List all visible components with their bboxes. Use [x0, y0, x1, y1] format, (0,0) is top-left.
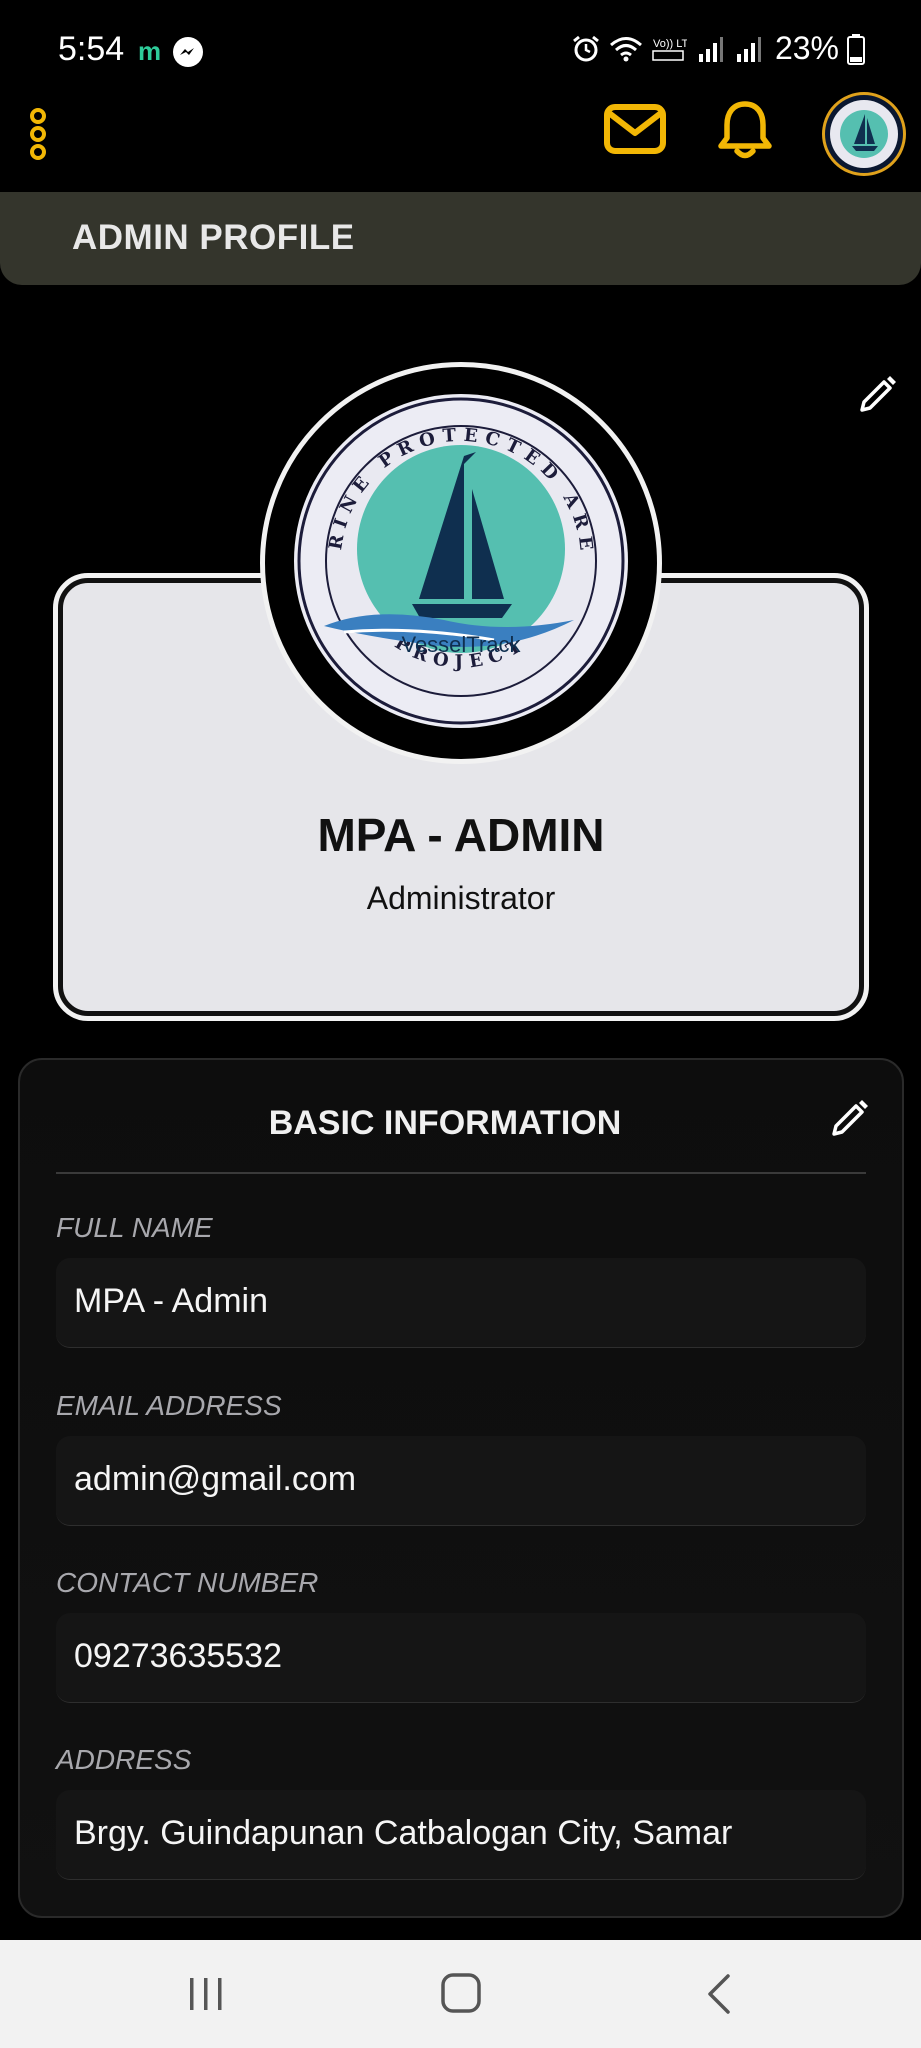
- full-name-label: FULL NAME: [56, 1212, 213, 1243]
- address-label: ADDRESS: [56, 1744, 192, 1775]
- edit-profile-icon[interactable]: [856, 372, 900, 416]
- home-icon[interactable]: [440, 1972, 482, 2014]
- wifi-icon: [609, 36, 642, 61]
- profile-name: MPA - ADMIN: [317, 809, 605, 861]
- address-value: Brgy. Guindapunan Catbalogan City, Samar: [74, 1814, 733, 1852]
- email-field[interactable]: admin@gmail.com: [56, 1436, 866, 1526]
- profile-role: Administrator: [366, 880, 556, 916]
- app-bar: [0, 92, 921, 192]
- email-label: EMAIL ADDRESS: [56, 1390, 282, 1421]
- status-app-indicator: m: [138, 36, 162, 66]
- vessel-track-logo-icon: MARINE PROTECTED AREAS PROJECT VesselTra…: [294, 394, 625, 725]
- messenger-icon: [173, 37, 203, 67]
- address-field[interactable]: Brgy. Guindapunan Catbalogan City, Samar: [56, 1790, 866, 1880]
- signal-icon-1: [698, 36, 723, 62]
- full-name-value: MPA - Admin: [74, 1282, 268, 1320]
- full-name-field[interactable]: MPA - Admin: [56, 1258, 866, 1348]
- page-title: ADMIN PROFILE: [72, 218, 355, 257]
- logo-brand-text: VesselTrack: [401, 632, 521, 657]
- status-time: 5:54: [58, 30, 125, 68]
- avatar-logo-icon: [830, 100, 898, 168]
- menu-dots-icon[interactable]: [24, 106, 52, 162]
- basic-info-card: BASIC INFORMATION FULL NAME MPA - Admin …: [18, 1058, 904, 1918]
- divider: [56, 1172, 866, 1174]
- back-icon[interactable]: [704, 1972, 734, 2016]
- system-nav-bar: [0, 1940, 921, 2048]
- avatar[interactable]: [822, 92, 906, 176]
- contact-number-label: CONTACT NUMBER: [56, 1567, 319, 1598]
- profile-logo: MARINE PROTECTED AREAS PROJECT VesselTra…: [294, 394, 628, 728]
- contact-number-value: 09273635532: [74, 1637, 283, 1675]
- battery-percent: 23%: [774, 30, 839, 66]
- lte-icon: Vo)) LTE1: [652, 38, 687, 61]
- page-header: ADMIN PROFILE: [0, 192, 921, 285]
- bell-icon[interactable]: [716, 100, 774, 162]
- network-label: Vo)) LTE1: [653, 38, 687, 50]
- email-value: admin@gmail.com: [74, 1460, 357, 1498]
- edit-info-icon[interactable]: [828, 1096, 872, 1140]
- mail-icon[interactable]: [604, 104, 666, 154]
- battery-icon: [847, 33, 865, 65]
- status-indicators: Vo)) LTE1 23%: [571, 30, 865, 67]
- basic-info-title: BASIC INFORMATION: [268, 1104, 622, 1142]
- signal-icon-2: [736, 36, 761, 62]
- recents-icon[interactable]: [186, 1974, 226, 2014]
- contact-number-field[interactable]: 09273635532: [56, 1613, 866, 1703]
- alarm-icon: [573, 35, 599, 61]
- status-bar: 5:54 m Vo)) LTE1 23%: [0, 0, 921, 100]
